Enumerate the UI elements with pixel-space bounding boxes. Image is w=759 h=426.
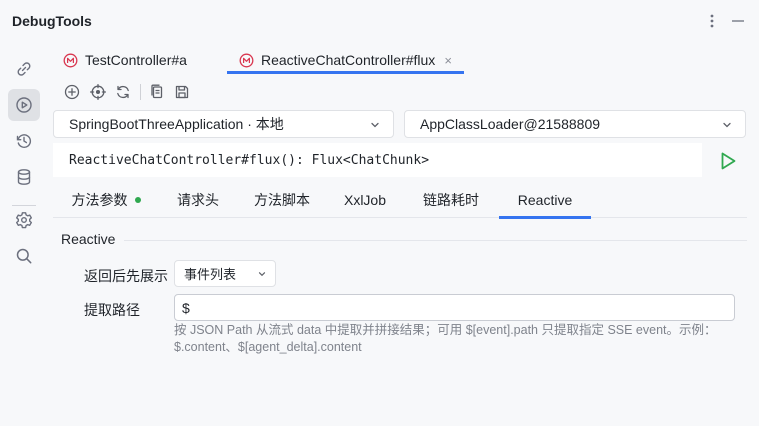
copy-icon[interactable] [146, 80, 168, 104]
tab-label: 链路耗时 [423, 191, 479, 208]
sidebar [0, 44, 46, 426]
sidebar-item-search[interactable] [8, 240, 40, 272]
application-select[interactable]: SpringBootThreeApplication · 本地 [53, 110, 394, 138]
tab-label: 方法参数 [71, 191, 128, 208]
target-icon[interactable] [87, 80, 109, 104]
display-label: 返回后先展示 [84, 268, 168, 284]
tab-trace-timing[interactable]: 链路耗时 [419, 181, 483, 218]
path-hint: 按 JSON Path 从流式 data 中提取并拼接结果；可用 $[event… [174, 323, 717, 354]
chevron-down-icon [258, 272, 266, 277]
method-icon [63, 53, 78, 67]
add-circle-icon[interactable] [61, 80, 83, 104]
tab-request-headers[interactable]: 请求头 [173, 181, 223, 218]
tab-label: Reactive [517, 191, 573, 208]
close-icon[interactable]: × [444, 53, 452, 68]
sidebar-item-history[interactable] [8, 125, 40, 157]
display-mode-select[interactable]: 事件列表 [174, 260, 276, 287]
tab-label: 方法脚本 [254, 191, 310, 208]
minimize-icon[interactable] [729, 12, 747, 30]
tab-method-params[interactable]: 方法参数 [71, 181, 141, 218]
tab-xxljob[interactable]: XxlJob [339, 181, 391, 218]
search-icon [16, 248, 32, 264]
method-icon [239, 53, 254, 67]
tab-label: TestController#a [85, 52, 187, 68]
toolbar-divider [140, 84, 141, 100]
history-icon [16, 134, 32, 148]
tab-test-controller[interactable]: TestController#a [63, 46, 187, 74]
section-title: Reactive [61, 231, 116, 247]
run-icon[interactable] [716, 149, 740, 173]
kebab-vertical-icon[interactable] [703, 12, 721, 30]
tool-window-header: DebugTools [0, 0, 759, 44]
chevron-down-icon [723, 122, 731, 128]
application-select-value: SpringBootThreeApplication · 本地 [69, 116, 284, 132]
extract-path-input[interactable] [174, 294, 735, 321]
refresh-icon[interactable] [112, 80, 134, 104]
database-icon [17, 169, 31, 185]
tab-method-script[interactable]: 方法脚本 [251, 181, 313, 218]
method-signature-text: ReactiveChatController#flux(): Flux<Chat… [69, 152, 430, 168]
tab-label: 请求头 [177, 191, 219, 208]
editor-tabs: TestController#a ReactiveChatController#… [53, 46, 759, 74]
tab-reactive-chat-controller[interactable]: ReactiveChatController#flux × [227, 46, 464, 74]
tab-label: ReactiveChatController#flux [261, 52, 436, 68]
sidebar-item-link[interactable] [8, 53, 40, 85]
play-circle-icon [16, 97, 32, 113]
section-divider [124, 240, 747, 241]
sidebar-item-run[interactable] [8, 89, 40, 121]
classloader-select-value: AppClassLoader@21588809 [420, 116, 601, 132]
app-title: DebugTools [12, 13, 92, 29]
detail-tabs: 方法参数 请求头 方法脚本 XxlJob 链路耗时 Reactive [53, 181, 747, 219]
path-label: 提取路径 [84, 302, 140, 318]
method-signature: ReactiveChatController#flux(): Flux<Chat… [53, 143, 702, 177]
tab-label: XxlJob [343, 191, 387, 208]
display-mode-value: 事件列表 [184, 267, 237, 282]
gear-icon [16, 212, 32, 229]
sidebar-item-settings[interactable] [8, 204, 40, 236]
chevron-down-icon [371, 122, 379, 128]
tab-reactive[interactable]: Reactive [499, 181, 591, 219]
save-icon[interactable] [171, 80, 193, 104]
classloader-select[interactable]: AppClassLoader@21588809 [404, 110, 746, 138]
link-icon [17, 62, 31, 76]
status-dot [134, 196, 141, 203]
sidebar-item-database[interactable] [8, 161, 40, 193]
